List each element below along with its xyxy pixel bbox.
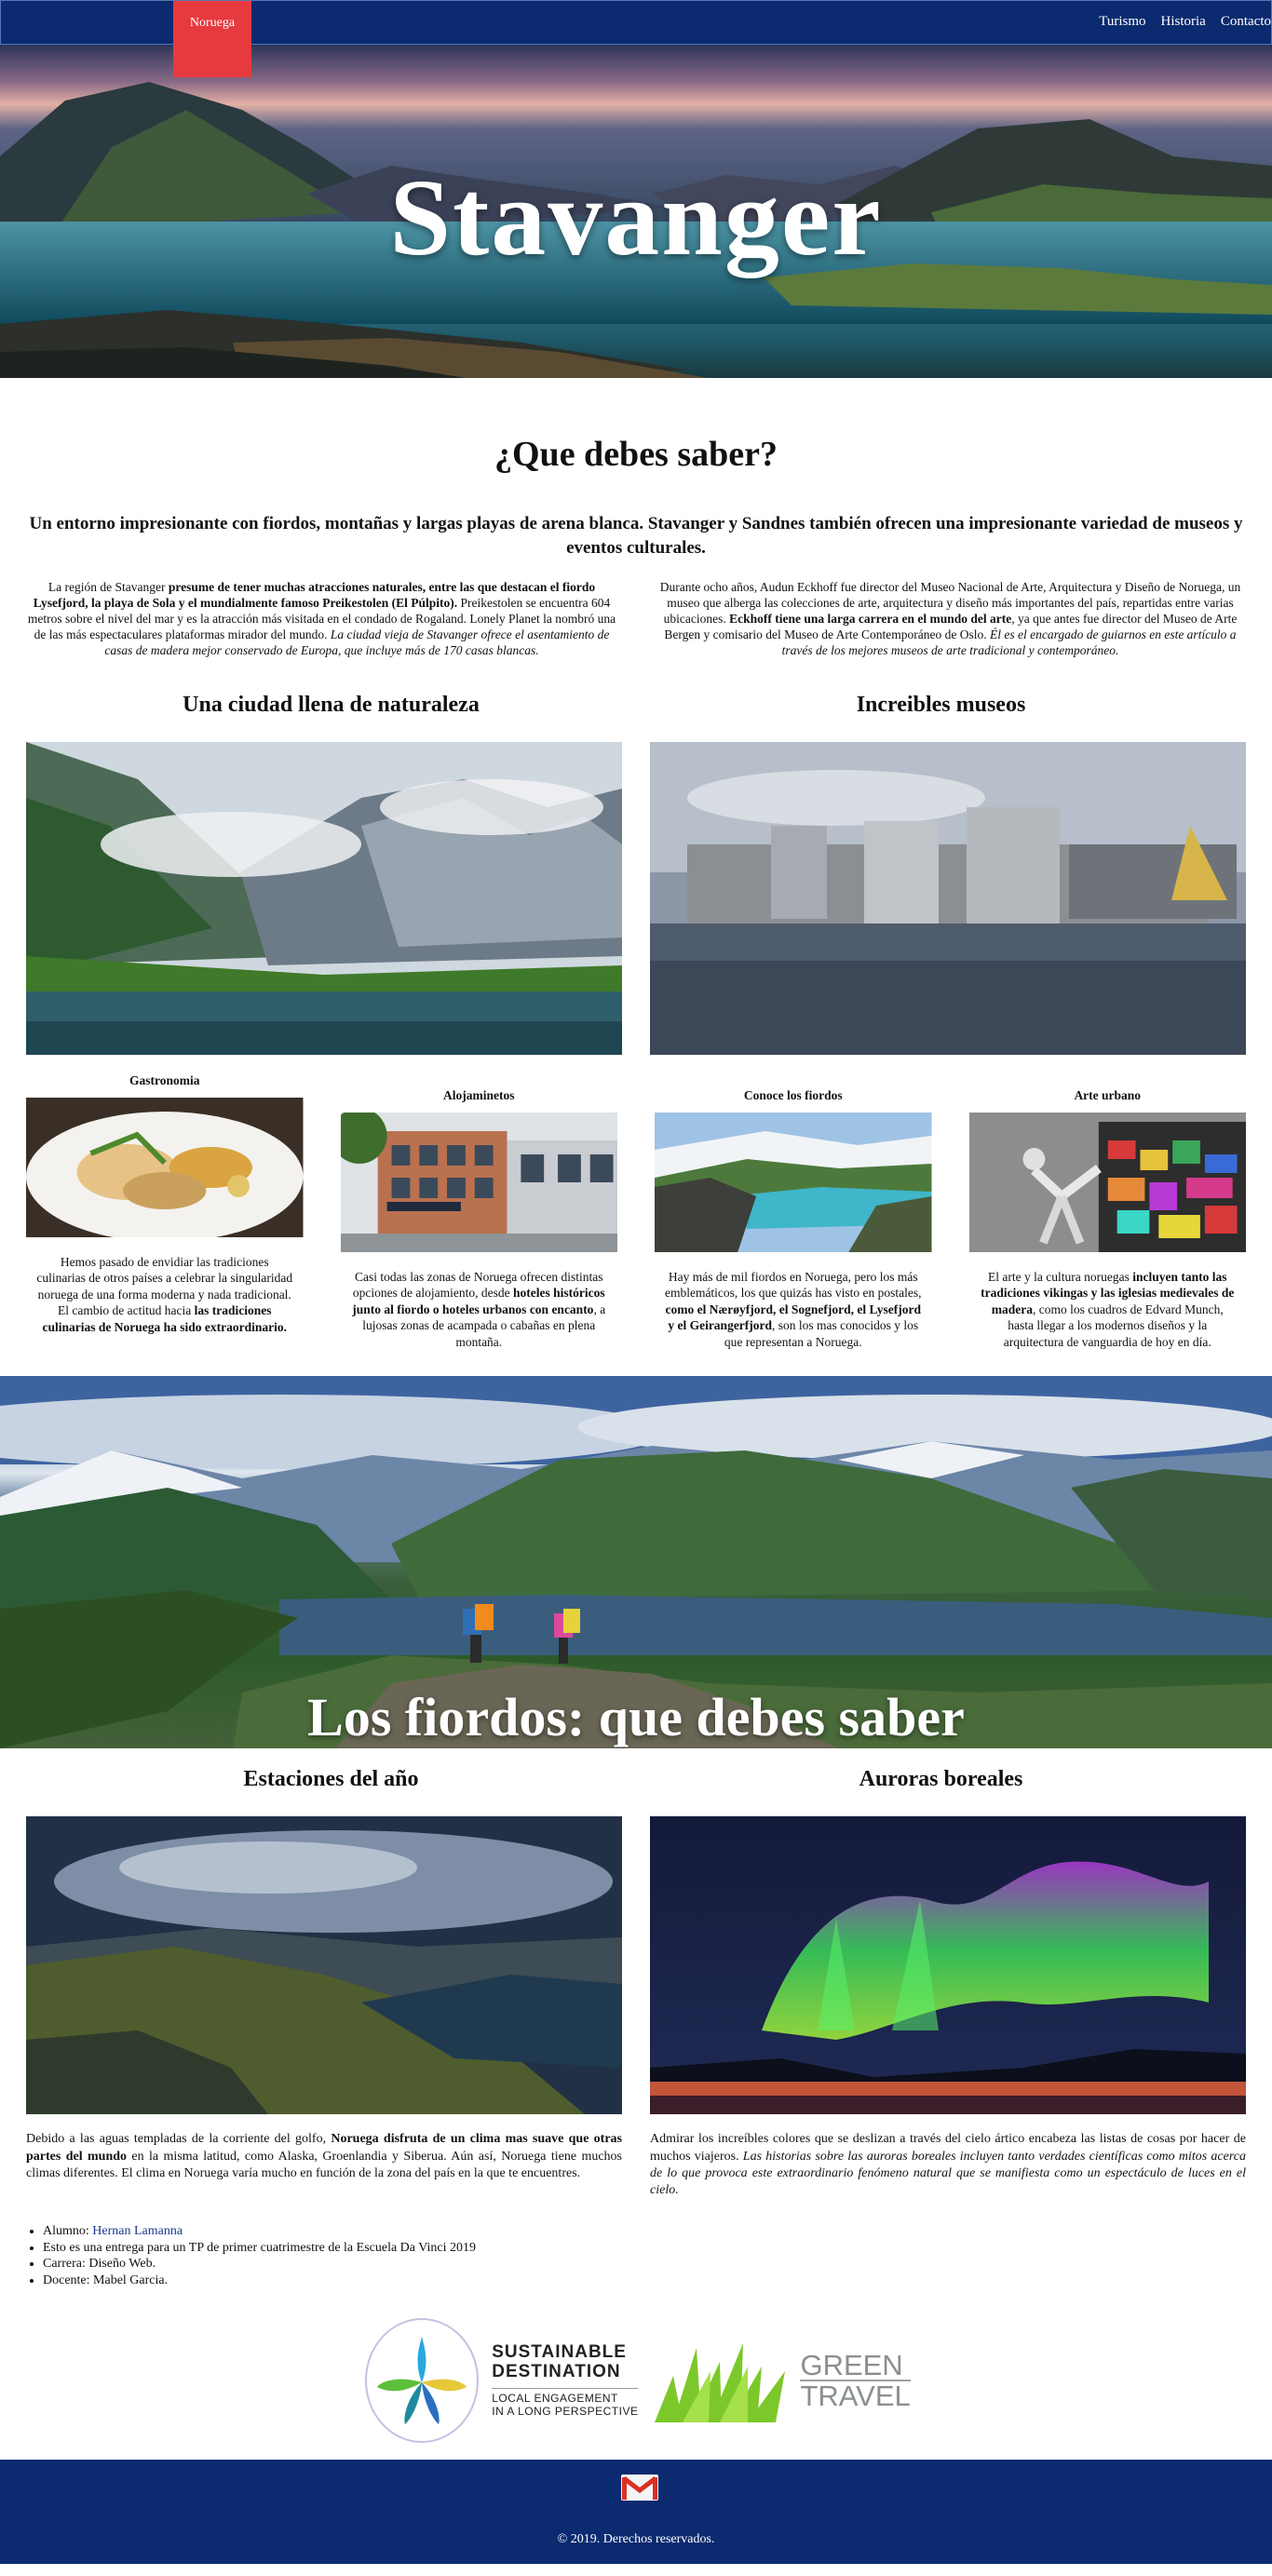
intro-right-text: Durante ocho años, Audun Eckhoff fue dir… bbox=[659, 580, 1241, 657]
sustainable-destination-logo[interactable]: SUSTAINABLE DESTINATION LOCAL ENGAGEMENT… bbox=[361, 2315, 639, 2446]
nav-links: Turismo Historia Contacto bbox=[1099, 14, 1271, 30]
grass-icon bbox=[655, 2343, 786, 2423]
card-title: Alojaminetos bbox=[443, 1087, 515, 1102]
card-text: Hay más de mil fiordos en Noruega, pero … bbox=[664, 1269, 922, 1349]
aurora-image bbox=[650, 1816, 1246, 2115]
subtitle-museos: Increibles museos bbox=[856, 692, 1026, 717]
subtitle-estaciones: Estaciones del año bbox=[243, 1767, 419, 1792]
copyright-text: © 2019. Derechos reservados. bbox=[557, 2532, 715, 2547]
credit-entrega: Esto es una entrega para un TP de primer… bbox=[43, 2240, 1272, 2257]
card-arte-urbano: Arte urbano El arte y la cultura noruega… bbox=[968, 1073, 1246, 1351]
card-text: El arte y la cultura noruegas incluyen t… bbox=[981, 1269, 1235, 1349]
feature-images bbox=[0, 741, 1272, 1055]
card-title: Conoce los fiordos bbox=[743, 1087, 843, 1102]
feature-subtitles: Una ciudad llena de naturaleza Increible… bbox=[0, 693, 1272, 718]
credit-alumno: Alumno: Hernan Lamanna bbox=[43, 2223, 1272, 2240]
card-text: Hemos pasado de envidiar las tradiciones… bbox=[36, 1254, 293, 1334]
card-fiordos: Conoce los fiordos Hay más de mil fiordo… bbox=[655, 1073, 932, 1351]
card-title: Arte urbano bbox=[1074, 1087, 1142, 1102]
card-title: Gastronomia bbox=[129, 1072, 200, 1087]
gastronomy-image bbox=[26, 1097, 304, 1237]
sustainable-flower-icon bbox=[365, 2318, 480, 2444]
subtitle-naturaleza: Una ciudad llena de naturaleza bbox=[183, 692, 480, 717]
card-text: Casi todas las zonas de Noruega ofrecen … bbox=[352, 1269, 606, 1349]
credit-docente: Docente: Mabel Garcia. bbox=[43, 2273, 1272, 2289]
gmail-icon[interactable] bbox=[621, 2475, 658, 2502]
sustainable-destination-text: SUSTAINABLE DESTINATION LOCAL ENGAGEMENT… bbox=[492, 2341, 639, 2418]
credits-list: Alumno: Hernan Lamanna Esto es una entre… bbox=[43, 2223, 1272, 2288]
card-alojamientos: Alojaminetos Casi todas las zonas de Nor… bbox=[340, 1073, 617, 1351]
nav-brand[interactable]: Noruega bbox=[173, 1, 251, 77]
hero-title: Stavanger bbox=[389, 156, 883, 278]
nature-image bbox=[26, 741, 622, 1055]
green-travel-text: GREEN TRAVEL bbox=[800, 2349, 911, 2413]
nav-link-turismo[interactable]: Turismo bbox=[1099, 14, 1145, 30]
seasons-image bbox=[26, 1816, 622, 2115]
seasons-left-text: Debido a las aguas templadas de la corri… bbox=[26, 2132, 623, 2180]
seasons-right-text: Admirar los increíbles colores que se de… bbox=[650, 2132, 1247, 2197]
top-nav: Noruega Turismo Historia Contacto bbox=[0, 0, 1272, 77]
section-title-que-debes-saber: ¿Que debes saber? bbox=[494, 435, 778, 474]
banner-title: Los fiordos: que debes saber bbox=[307, 1687, 965, 1748]
footer: © 2019. Derechos reservados. bbox=[0, 2460, 1272, 2565]
intro-lead: Un entorno impresionante con fiordos, mo… bbox=[29, 514, 1243, 558]
green-travel-logo[interactable]: GREEN TRAVEL bbox=[655, 2339, 911, 2423]
partner-logos: SUSTAINABLE DESTINATION LOCAL ENGAGEMENT… bbox=[0, 2311, 1272, 2450]
credit-carrera: Carrera: Diseño Web. bbox=[43, 2256, 1272, 2273]
hero-banner: Stavanger bbox=[0, 45, 1272, 378]
intro-columns: La región de Stavanger presume de tener … bbox=[0, 580, 1272, 658]
info-cards: Gastronomia Hemos pasado de envidiar las… bbox=[0, 1073, 1272, 1351]
museum-image bbox=[650, 741, 1246, 1055]
seasons-subtitles: Estaciones del año Auroras boreales bbox=[0, 1767, 1272, 1792]
subtitle-auroras: Auroras boreales bbox=[859, 1767, 1023, 1792]
card-gastronomia: Gastronomia Hemos pasado de envidiar las… bbox=[26, 1073, 304, 1351]
seasons-columns: Debido a las aguas templadas de la corri… bbox=[0, 2131, 1272, 2199]
nav-link-contacto[interactable]: Contacto bbox=[1221, 14, 1271, 30]
hotel-image bbox=[340, 1112, 617, 1252]
fjords-banner: Los fiordos: que debes saber bbox=[0, 1376, 1272, 1749]
nav-link-historia[interactable]: Historia bbox=[1161, 14, 1206, 30]
fjord-rock-image bbox=[655, 1112, 932, 1252]
alumno-link[interactable]: Hernan Lamanna bbox=[92, 2224, 183, 2238]
intro-left-text: La región de Stavanger presume de tener … bbox=[27, 580, 616, 657]
seasons-images bbox=[0, 1816, 1272, 2115]
street-art-image bbox=[968, 1112, 1246, 1252]
